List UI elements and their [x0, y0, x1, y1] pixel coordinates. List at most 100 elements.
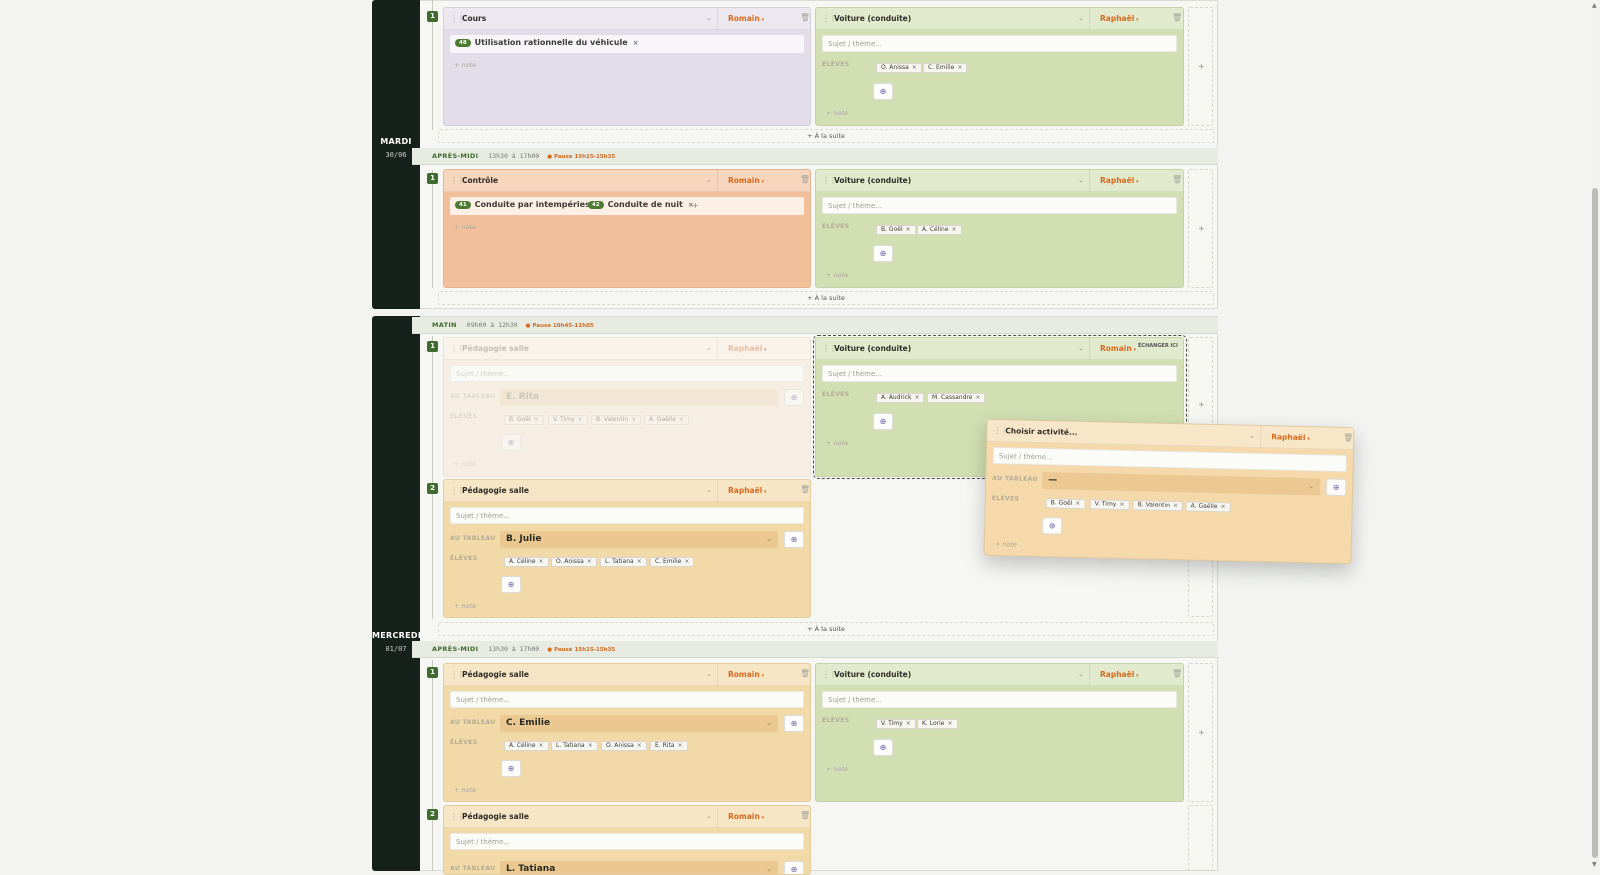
student-chip[interactable]: C. Emilie × — [650, 557, 695, 567]
add-column-zone[interactable] — [1188, 805, 1213, 871]
student-chip[interactable]: A. Céline × — [504, 741, 549, 751]
student-chip[interactable]: O. Anissa × — [876, 63, 922, 73]
au-tableau-select[interactable]: B. Julie ⌄ — [500, 531, 778, 548]
add-student-icon[interactable]: ⊕ — [873, 245, 893, 262]
activity-card-placeholder[interactable]: ⋮⋮ Pédagogie salle ⌄ Raphaël Sujet / thè… — [443, 337, 811, 477]
trash-icon[interactable]: 🗑 — [1172, 13, 1182, 22]
add-note-link[interactable]: + note — [995, 540, 1017, 549]
teacher-select[interactable]: Romain — [728, 176, 764, 185]
add-column-zone[interactable]: + — [1188, 169, 1213, 288]
subject-input[interactable]: Sujet / thème... — [450, 833, 804, 850]
add-note-link[interactable]: + note — [454, 602, 476, 610]
activity-card[interactable]: ⋮⋮ Cours ⌄ Romain 🗑 48Utilisation ration… — [443, 7, 811, 126]
scroll-down-icon[interactable]: ▼ — [1592, 861, 1597, 868]
au-tableau-select[interactable]: E. Rita — [500, 389, 778, 406]
theme-chip-bar[interactable]: 48 Utilisation rationnelle du véhicule × + — [450, 35, 804, 53]
au-tableau-select[interactable]: — ⌄ — [1042, 472, 1321, 496]
add-student-icon[interactable]: ⊕ — [501, 760, 521, 777]
activity-card[interactable]: ⋮⋮ Voiture (conduite) ⌄ Raphaël 🗑 Sujet … — [815, 169, 1184, 288]
chevron-down-icon[interactable]: ⌄ — [706, 670, 712, 678]
add-student-icon[interactable]: ⊕ — [784, 715, 804, 732]
student-chip[interactable]: V. Timy × — [1089, 499, 1130, 511]
student-chip[interactable]: B. Valentin × — [591, 415, 642, 425]
add-theme-button[interactable]: + — [692, 201, 699, 210]
subject-input[interactable]: Sujet / thème... — [450, 507, 804, 524]
add-after-button[interactable]: + À la suite — [438, 129, 1214, 143]
student-chip[interactable]: B. Goël × — [1045, 498, 1086, 510]
chevron-down-icon[interactable]: ⌄ — [1078, 14, 1084, 22]
student-chip[interactable]: E. Rita × — [650, 741, 688, 751]
student-chip[interactable]: A. Gaëlle × — [644, 415, 689, 425]
add-student-icon[interactable]: ⊕ — [873, 83, 893, 100]
add-student-icon[interactable]: ⊕ — [1325, 478, 1347, 497]
teacher-select[interactable]: Raphaël — [1100, 670, 1139, 679]
au-tableau-select[interactable]: C. Emilie ⌄ — [500, 715, 778, 732]
activity-title[interactable]: Pédagogie salle — [462, 812, 529, 821]
chevron-down-icon[interactable]: ⌄ — [1078, 670, 1084, 678]
vertical-scrollbar[interactable]: ▲ ▼ — [1590, 0, 1600, 871]
student-chip[interactable]: O. Anissa × — [601, 741, 647, 751]
add-note-link[interactable]: + note — [454, 460, 476, 468]
add-note-link[interactable]: + note — [826, 109, 848, 117]
trash-icon[interactable]: 🗑 — [800, 13, 810, 22]
teacher-select[interactable]: Raphaël — [1100, 176, 1139, 185]
trash-icon[interactable]: 🗑 — [800, 175, 810, 184]
theme-chip[interactable]: 41Conduite par intempéries× — [455, 200, 601, 209]
teacher-select[interactable]: Raphaël — [1271, 432, 1310, 442]
activity-card[interactable]: ⋮⋮ Pédagogie salle ⌄ Raphaël 🗑 Sujet / t… — [443, 479, 811, 618]
trash-icon[interactable]: 🗑 — [1343, 433, 1353, 442]
add-column-zone[interactable]: + — [1188, 7, 1213, 126]
trash-icon[interactable]: 🗑 — [1172, 669, 1182, 678]
add-student-icon[interactable]: ⊕ — [501, 434, 521, 451]
activity-title[interactable]: Pédagogie salle — [462, 670, 529, 679]
activity-title[interactable]: Cours — [462, 14, 486, 23]
add-student-icon[interactable]: ⊕ — [501, 576, 521, 593]
teacher-select[interactable]: Romain — [728, 14, 764, 23]
student-chip[interactable]: O. Anissa × — [551, 557, 597, 567]
activity-title[interactable]: Voiture (conduite) — [834, 670, 911, 679]
subject-input[interactable]: Sujet / thème... — [992, 446, 1347, 473]
trash-icon[interactable]: 🗑 — [1172, 175, 1182, 184]
student-chip[interactable]: V. Timy × — [876, 719, 916, 729]
activity-card[interactable]: ⋮⋮ Voiture (conduite) ⌄ Raphaël 🗑 Sujet … — [815, 7, 1184, 126]
subject-input[interactable]: Sujet / thème... — [450, 691, 804, 708]
student-chip[interactable]: B. Valentin × — [1132, 500, 1184, 512]
theme-chip[interactable]: 48 Utilisation rationnelle du véhicule × — [455, 38, 639, 47]
trash-icon[interactable]: 🗑 — [800, 669, 810, 678]
activity-card[interactable]: ⋮⋮ Voiture (conduite) ⌄ Raphaël 🗑 Sujet … — [815, 663, 1184, 802]
add-note-link[interactable]: + note — [454, 61, 476, 69]
subject-input[interactable]: Sujet / thème... — [822, 691, 1177, 708]
activity-card[interactable]: ⋮⋮ Pédagogie salle ⌄ Romain 🗑 Sujet / th… — [443, 805, 811, 875]
add-note-link[interactable]: + note — [454, 786, 476, 794]
add-student-icon[interactable]: ⊕ — [1042, 517, 1063, 535]
student-chip[interactable]: C. Emilie × — [923, 63, 968, 73]
chevron-down-icon[interactable]: ⌄ — [706, 344, 712, 352]
student-chip[interactable]: V. Timy × — [548, 415, 588, 425]
teacher-select[interactable]: Romain — [728, 812, 764, 821]
add-note-link[interactable]: + note — [826, 271, 848, 279]
add-after-button[interactable]: + À la suite — [438, 622, 1214, 636]
student-chip[interactable]: A. Gaëlle × — [1185, 501, 1231, 513]
trash-icon[interactable]: 🗑 — [800, 811, 810, 820]
teacher-select[interactable]: Raphaël — [1100, 14, 1139, 23]
teacher-select[interactable]: Raphaël — [728, 344, 767, 353]
chevron-down-icon[interactable]: ⌄ — [706, 176, 712, 184]
add-student-icon[interactable]: ⊕ — [784, 389, 804, 406]
activity-title[interactable]: Contrôle — [462, 176, 498, 185]
add-student-icon[interactable]: ⊕ — [873, 739, 893, 756]
add-after-button[interactable]: + À la suite — [438, 291, 1214, 305]
teacher-select[interactable]: Romain — [728, 670, 764, 679]
activity-card[interactable]: ⋮⋮ Pédagogie salle ⌄ Romain 🗑 Sujet / th… — [443, 663, 811, 802]
scrollbar-thumb[interactable] — [1592, 188, 1598, 858]
activity-card[interactable]: ⋮⋮ Contrôle ⌄ Romain 🗑 41Conduite par in… — [443, 169, 811, 288]
chevron-down-icon[interactable]: ⌄ — [706, 812, 712, 820]
student-chip[interactable]: K. Lorie × — [917, 719, 958, 729]
add-student-icon[interactable]: ⊕ — [784, 861, 804, 874]
student-chip[interactable]: A. Céline × — [504, 557, 549, 567]
teacher-select[interactable]: Raphaël — [728, 486, 767, 495]
subject-input[interactable]: Sujet / thème... — [450, 365, 804, 382]
activity-title[interactable]: Pédagogie salle — [462, 344, 529, 353]
subject-input[interactable]: Sujet / thème... — [822, 197, 1177, 214]
subject-input[interactable]: Sujet / thème... — [822, 35, 1177, 52]
student-chip[interactable]: L. Tatiana × — [551, 741, 598, 751]
